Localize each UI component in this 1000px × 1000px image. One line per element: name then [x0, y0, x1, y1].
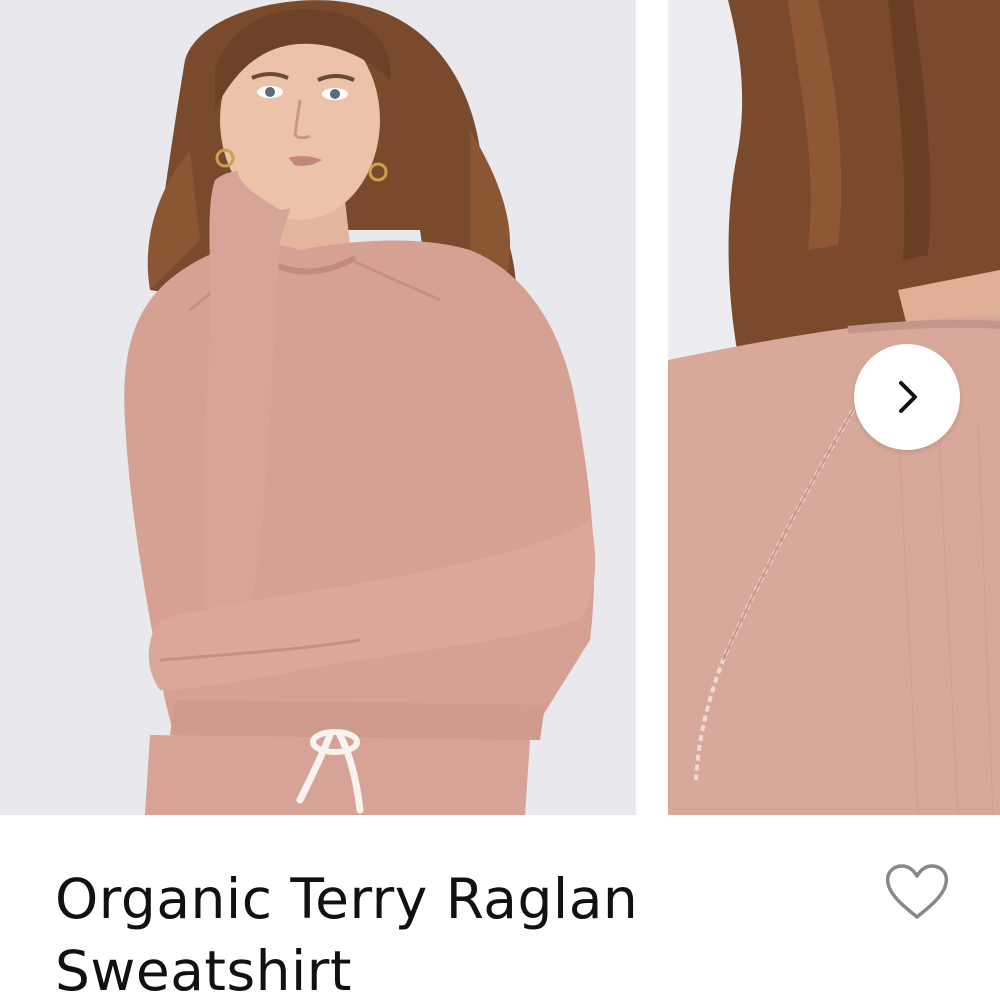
product-page: Organic Terry Raglan Sweatshirt — [0, 0, 1000, 1000]
carousel-next-button[interactable] — [854, 344, 960, 450]
product-title-line-2: Sweatshirt — [55, 939, 352, 1000]
model-front-photo — [0, 0, 636, 815]
wishlist-button[interactable] — [884, 863, 950, 923]
product-image-main[interactable] — [0, 0, 636, 815]
heart-outline-icon — [885, 864, 949, 919]
chevron-right-icon — [899, 381, 917, 413]
product-info: Organic Terry Raglan Sweatshirt — [0, 815, 1000, 1000]
product-title-line-1: Organic Terry Raglan — [55, 867, 639, 931]
product-image-carousel[interactable] — [0, 0, 1000, 815]
product-title: Organic Terry Raglan Sweatshirt — [55, 863, 815, 1000]
